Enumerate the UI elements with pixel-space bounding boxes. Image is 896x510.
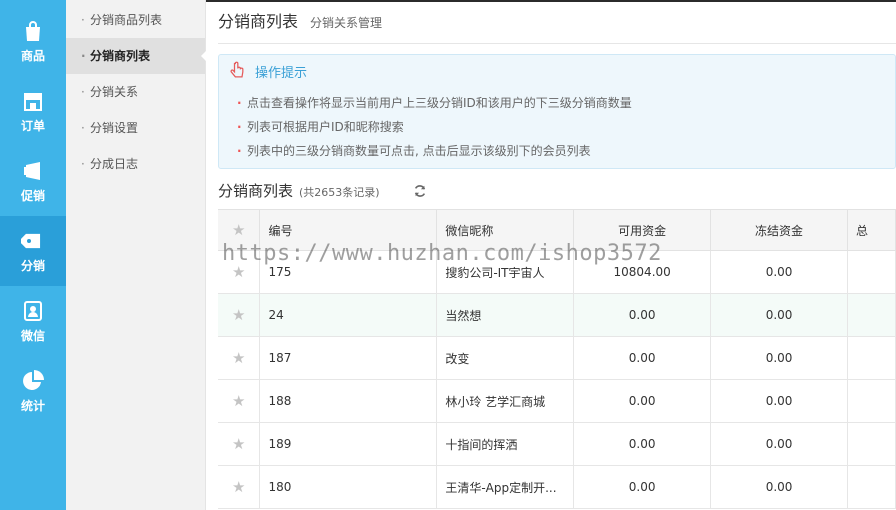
star-icon: ★ [232,349,246,367]
star-icon: ★ [232,478,246,496]
star-icon: ★ [232,221,246,239]
star-icon: ★ [232,306,246,324]
tips-header: 操作提示 [227,61,307,81]
tips-title: 操作提示 [255,65,308,81]
page-header: 分销商列表 分销关系管理 [218,8,896,44]
cell-total [847,293,896,337]
wechat-icon [24,300,42,321]
table-row[interactable]: ★ 24 当然想 0.00 0.00 [218,293,896,337]
cell-id: 187 [259,336,438,380]
cell-id: 189 [259,422,438,466]
cell-total [847,336,896,380]
hand-pointer-icon [230,61,244,78]
row-star[interactable]: ★ [218,465,261,509]
bag-icon [26,20,40,41]
cell-available: 0.00 [573,379,712,423]
subnav-distribution-relation[interactable]: 分销关系 [66,74,205,110]
subnav-distribution-settings[interactable]: 分销设置 [66,110,205,146]
nav-stats[interactable]: 统计 [0,356,66,426]
table-row[interactable]: ★ 175 搜豹公司-IT宇宙人 10804.00 0.00 [218,250,896,294]
nav-distribution-label: 分销 [20,258,45,273]
cell-frozen: 0.00 [710,379,848,423]
subnav-distributor-list[interactable]: 分销商列表 [66,38,206,74]
cell-available: 0.00 [573,422,712,466]
cell-frozen: 0.00 [710,422,848,466]
sub-sidebar: 分销商品列表 分销商列表 分销关系 分销设置 分成日志 [66,0,206,510]
promo-icon [24,161,40,180]
nav-promo[interactable]: 促销 [0,146,66,216]
cell-nickname: 改变 [436,336,575,380]
cell-total [847,250,896,294]
tip-item: 点击查看操作将显示当前用户上三级分销ID和该用户的下三级分销商数量 [237,91,632,115]
cell-total [847,422,896,466]
col-id[interactable]: 编号 [259,209,438,251]
tag-icon [21,233,41,248]
table-row[interactable]: ★ 188 林小玲 艺学汇商城 0.00 0.00 [218,379,896,423]
store-icon [24,92,42,111]
cell-id: 175 [259,250,438,294]
record-count: (共2653条记录) [299,186,380,199]
header-star[interactable]: ★ [218,209,261,251]
star-icon: ★ [232,263,246,281]
table-header-row: ★ 编号 微信昵称 可用资金 冻结资金 总 [218,209,896,251]
pie-icon [23,369,44,390]
row-star[interactable]: ★ [218,336,261,380]
row-star[interactable]: ★ [218,422,261,466]
page-subtitle: 分销关系管理 [310,16,383,30]
nav-goods-label: 商品 [20,48,45,63]
cell-nickname: 十指间的挥洒 [436,422,575,466]
list-header: 分销商列表 (共2653条记录) [218,180,380,201]
subnav-commission-log[interactable]: 分成日志 [66,146,205,182]
cell-frozen: 0.00 [710,293,848,337]
cell-id: 188 [259,379,438,423]
cell-id: 24 [259,293,438,337]
row-star[interactable]: ★ [218,250,261,294]
tip-item: 列表可根据用户ID和昵称搜索 [237,115,632,139]
cell-available: 0.00 [573,465,712,509]
page-title: 分销商列表 [218,12,299,31]
row-star[interactable]: ★ [218,379,261,423]
cell-frozen: 0.00 [710,250,848,294]
tips-list: 点击查看操作将显示当前用户上三级分销ID和该用户的下三级分销商数量 列表可根据用… [237,91,632,163]
nav-distribution[interactable]: 分销 [0,216,72,286]
list-title: 分销商列表 [218,182,294,200]
top-border [206,0,896,2]
cell-nickname: 当然想 [436,293,575,337]
cell-frozen: 0.00 [710,465,848,509]
cell-available: 10804.00 [573,250,712,294]
col-total[interactable]: 总 [847,209,896,251]
nav-wechat-label: 微信 [20,328,45,343]
main-sidebar: 商品 订单 促销 分销 微信 统计 [0,0,72,510]
main-content: 分销商列表 分销关系管理 操作提示 点击查看操作将显示当前用户上三级分销ID和该… [206,0,896,510]
cell-nickname: 林小玲 艺学汇商城 [436,379,575,423]
tips-panel: 操作提示 点击查看操作将显示当前用户上三级分销ID和该用户的下三级分销商数量 列… [218,54,896,169]
nav-goods[interactable]: 商品 [0,6,66,76]
cell-nickname: 王清华-App定制开... [436,465,575,509]
nav-orders[interactable]: 订单 [0,76,66,146]
subnav-distribution-goods[interactable]: 分销商品列表 [66,2,205,38]
distributor-table: ★ 编号 微信昵称 可用资金 冻结资金 总 ★ 175 搜豹公司-IT宇宙人 1… [218,209,896,509]
star-icon: ★ [232,435,246,453]
nav-wechat[interactable]: 微信 [0,286,66,356]
cell-id: 180 [259,465,438,509]
cell-frozen: 0.00 [710,336,848,380]
cell-total [847,465,896,509]
nav-promo-label: 促销 [20,188,45,203]
nav-orders-label: 订单 [20,118,45,133]
table-row[interactable]: ★ 180 王清华-App定制开... 0.00 0.00 [218,465,896,509]
star-icon: ★ [232,392,246,410]
tip-item: 列表中的三级分销商数量可点击, 点击后显示该级别下的会员列表 [237,139,632,163]
table-row[interactable]: ★ 189 十指间的挥洒 0.00 0.00 [218,422,896,466]
row-star[interactable]: ★ [218,293,261,337]
refresh-icon[interactable] [413,184,427,198]
col-available[interactable]: 可用资金 [573,209,712,251]
cell-available: 0.00 [573,293,712,337]
nav-stats-label: 统计 [20,398,45,413]
cell-nickname: 搜豹公司-IT宇宙人 [436,250,575,294]
col-frozen[interactable]: 冻结资金 [710,209,848,251]
cell-available: 0.00 [573,336,712,380]
cell-total [847,379,896,423]
col-nickname[interactable]: 微信昵称 [436,209,575,251]
table-row[interactable]: ★ 187 改变 0.00 0.00 [218,336,896,380]
